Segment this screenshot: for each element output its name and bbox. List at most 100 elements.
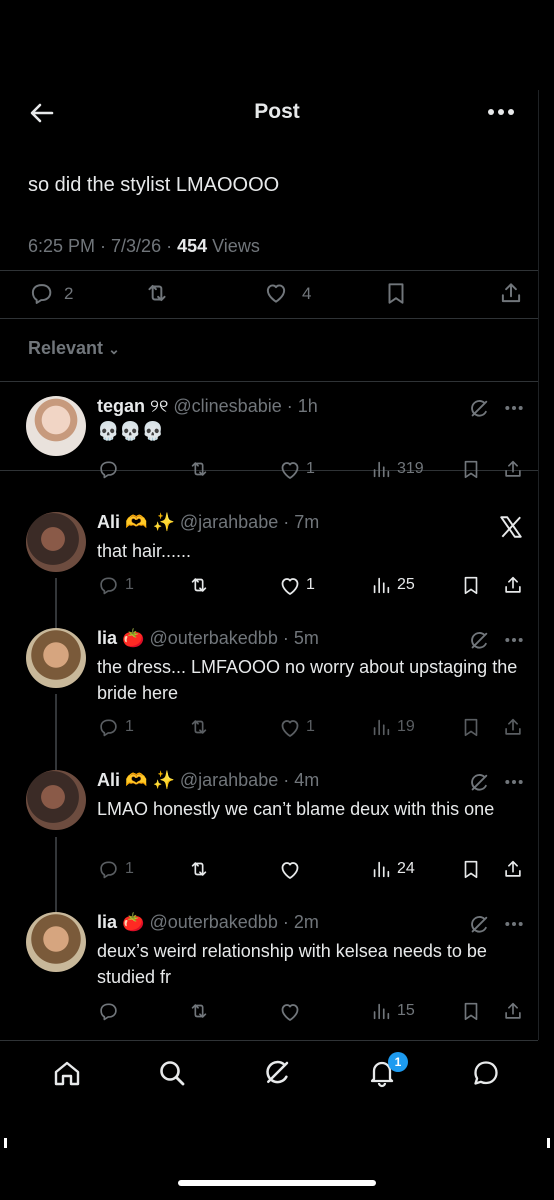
views-icon[interactable] (370, 1000, 392, 1022)
reply-author-name[interactable]: lia (97, 912, 117, 932)
messages-icon[interactable] (471, 1058, 501, 1088)
divider (0, 318, 538, 319)
thread-connector (55, 837, 57, 913)
reply-author-name[interactable]: lia (97, 628, 117, 648)
reply-icon[interactable] (97, 858, 119, 880)
grok-icon[interactable] (468, 398, 490, 420)
like-count: 4 (302, 284, 312, 303)
reply-header: tegan ୨୧ @clinesbabie · 1h (97, 396, 318, 417)
like-icon[interactable] (278, 1000, 302, 1024)
reply-text: that hair...... (97, 541, 192, 561)
home-icon[interactable] (52, 1058, 82, 1088)
reply-handle-time[interactable]: @clinesbabie · 1h (173, 396, 317, 416)
repost-icon[interactable] (188, 858, 210, 880)
like-icon[interactable] (278, 716, 302, 740)
views-icon[interactable] (370, 574, 392, 596)
divider (0, 270, 538, 271)
reply-icon[interactable] (97, 574, 119, 596)
reply-sort-dropdown[interactable]: Relevant ⌄ (28, 338, 120, 359)
reply-author-name[interactable]: tegan (97, 396, 145, 416)
share-icon[interactable] (502, 458, 524, 480)
avatar[interactable] (26, 512, 86, 572)
share-icon[interactable] (502, 716, 524, 738)
post-views-count: 454 (177, 236, 208, 256)
reply-text: the dress... LMFAOOO no worry about upst… (97, 657, 518, 703)
avatar[interactable] (26, 396, 86, 456)
search-icon[interactable] (157, 1058, 187, 1088)
like-icon[interactable] (278, 574, 302, 598)
divider (0, 1040, 538, 1041)
bookmark-icon[interactable] (460, 574, 482, 596)
reply-handle-time[interactable]: @outerbakedbb · 2m (149, 912, 318, 932)
avatar[interactable] (26, 770, 86, 830)
views-icon[interactable] (370, 458, 392, 480)
reply-icon[interactable] (97, 1000, 119, 1022)
reply-sort-label: Relevant (28, 338, 104, 358)
x-logo-icon[interactable] (498, 514, 524, 540)
grok-icon[interactable] (262, 1058, 292, 1088)
reply-text: LMAO honestly we can’t blame deux with t… (97, 799, 495, 819)
post-views-label: Views (207, 236, 260, 256)
repost-icon[interactable] (188, 1000, 210, 1022)
like-icon[interactable] (262, 280, 290, 306)
grok-icon[interactable] (468, 914, 490, 936)
avatar[interactable] (26, 628, 86, 688)
repost-icon[interactable] (188, 716, 210, 738)
divider (0, 381, 538, 382)
reply-author-name[interactable]: Ali (97, 512, 120, 532)
post-text: so did the stylist LMAOOOO (28, 174, 280, 196)
grok-icon[interactable] (468, 772, 490, 794)
views-count: 25 (397, 576, 415, 593)
reply-icon[interactable] (28, 280, 54, 306)
bookmark-icon[interactable] (460, 458, 482, 480)
reply-icon[interactable] (97, 458, 119, 480)
repost-icon[interactable] (144, 280, 170, 306)
reply-count: 1 (125, 718, 134, 735)
reply-handle-time[interactable]: @outerbakedbb · 5m (149, 628, 318, 648)
repost-icon[interactable] (188, 574, 210, 596)
reply-header: lia 🍅 @outerbakedbb · 2m (97, 912, 319, 933)
post-meta: 6:25 PM · 7/3/26 · 454 Views (28, 236, 260, 257)
reply-author-emoji: 🍅 (122, 912, 145, 932)
reply-text: deux’s weird relationship with kelsea ne… (97, 941, 487, 987)
content-border (538, 90, 539, 1040)
reply-author-emoji: 🍅 (122, 628, 145, 648)
more-options-icon[interactable] (504, 404, 524, 412)
share-icon[interactable] (502, 574, 524, 596)
reply-count: 1 (125, 860, 134, 877)
views-icon[interactable] (370, 716, 392, 738)
like-icon[interactable] (278, 458, 302, 482)
bookmark-icon[interactable] (460, 1000, 482, 1022)
grok-icon[interactable] (468, 630, 490, 652)
views-icon[interactable] (370, 858, 392, 880)
more-options-icon[interactable] (504, 920, 524, 928)
page-title: Post (254, 100, 300, 123)
reply-handle-time[interactable]: @jarahbabe · 7m (180, 512, 319, 532)
like-count: 1 (306, 718, 315, 735)
reply-header: Ali 🫶 ✨ @jarahbabe · 7m (97, 512, 319, 533)
more-options-icon[interactable] (504, 778, 524, 786)
reply-count: 1 (125, 576, 134, 593)
reply-header: lia 🍅 @outerbakedbb · 5m (97, 628, 319, 649)
repost-icon[interactable] (188, 458, 210, 480)
reply-icon[interactable] (97, 716, 119, 738)
bookmark-icon[interactable] (460, 858, 482, 880)
thread-connector (55, 578, 57, 630)
reply-author-emoji: ୨୧ (150, 396, 169, 416)
bookmark-icon[interactable] (383, 280, 409, 306)
thread-connector (55, 694, 57, 770)
like-count: 1 (306, 576, 315, 593)
more-options-icon[interactable] (486, 104, 516, 120)
like-icon[interactable] (278, 858, 302, 882)
reply-author-emoji: 🫶 ✨ (125, 770, 175, 790)
share-icon[interactable] (502, 858, 524, 880)
reply-author-name[interactable]: Ali (97, 770, 120, 790)
more-options-icon[interactable] (504, 636, 524, 644)
views-count: 319 (397, 460, 424, 477)
share-icon[interactable] (498, 280, 524, 306)
reply-text: 💀💀💀 (97, 421, 165, 441)
share-icon[interactable] (502, 1000, 524, 1022)
reply-handle-time[interactable]: @jarahbabe · 4m (180, 770, 319, 790)
avatar[interactable] (26, 912, 86, 972)
bookmark-icon[interactable] (460, 716, 482, 738)
